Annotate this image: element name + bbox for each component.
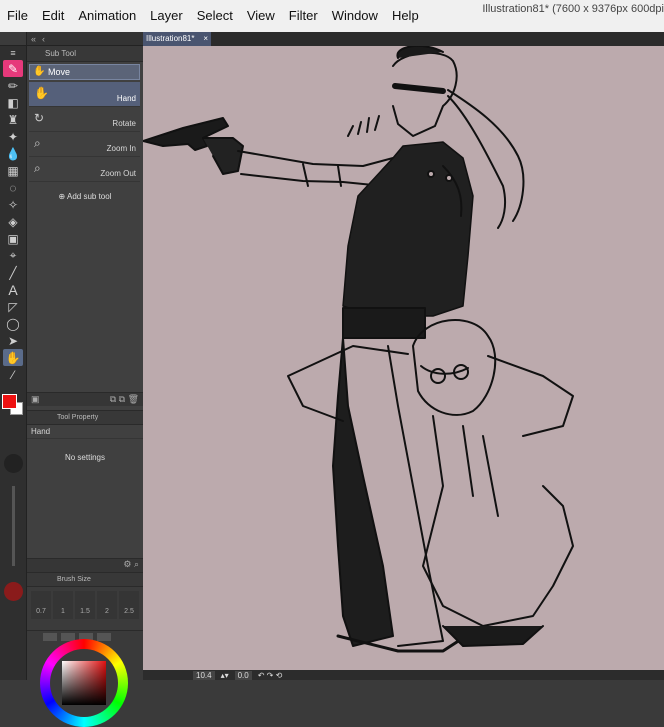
add-subtool-button[interactable]: ⊕ Add sub tool — [27, 192, 143, 201]
color-wheel-panel — [27, 630, 143, 727]
gradient-tool-icon[interactable]: ▣ — [3, 230, 23, 247]
tool-property-header: Tool Property — [27, 411, 143, 425]
line-tool-icon[interactable]: ╱ — [3, 264, 23, 281]
rotate-icon: ↻ — [34, 111, 45, 125]
status-bar: 10.4 ▴▾ 0.0 ↶ ↷ ⟲ — [143, 670, 664, 680]
menu-bar: File Edit Animation Layer Select View Fi… — [0, 0, 664, 32]
frame-tool-icon[interactable]: ◸ — [3, 298, 23, 315]
menu-animation[interactable]: Animation — [71, 0, 143, 32]
brush-preview-icon[interactable] — [4, 454, 23, 473]
subtool-header: Sub Tool — [27, 46, 143, 62]
brush-size-header: Brush Size — [27, 573, 143, 587]
color-tab[interactable] — [43, 633, 57, 641]
canvas-artwork — [143, 46, 574, 653]
window-title: Illustration81* (7600 x 9376px 600dpi — [482, 3, 664, 15]
brush-size-panel: Brush Size 0.7 1 1.5 2 2.5 — [27, 572, 143, 630]
subtool-item-zoom-out[interactable]: ⌕ Zoom Out — [29, 157, 140, 182]
close-icon[interactable]: × — [203, 32, 208, 46]
collapse-icon[interactable]: « — [31, 34, 36, 44]
magic-wand-icon[interactable]: ✧ — [3, 196, 23, 213]
eraser-tool-icon[interactable]: ◧ — [3, 94, 23, 111]
color-tab[interactable] — [97, 633, 111, 641]
brush-size-option[interactable]: 1.5 — [75, 591, 95, 619]
menu-filter[interactable]: Filter — [282, 0, 325, 32]
document-tab-label: Illustration81* — [146, 34, 195, 43]
brush-size-option[interactable]: 1 — [53, 591, 73, 619]
drawing-canvas[interactable] — [143, 46, 664, 670]
zoom-out-icon: ⌕ — [34, 161, 41, 175]
subtool-item-label: Zoom In — [106, 144, 136, 153]
add-subtool-label: Add sub tool — [67, 192, 112, 201]
hand-icon: ✋ — [34, 86, 49, 100]
color-dot-icon[interactable] — [4, 582, 23, 601]
subtool-panel: « ‹ Sub Tool ✋ Move ✋ Hand ↻ Rotate ⌕ Zo… — [27, 32, 143, 727]
sparkle-tool-icon[interactable]: ✦ — [3, 128, 23, 145]
menu-dock-icon[interactable]: ≡ — [3, 46, 23, 60]
zoom-field[interactable]: 10.4 — [193, 670, 215, 680]
menu-select[interactable]: Select — [190, 0, 240, 32]
menu-view[interactable]: View — [240, 0, 282, 32]
menu-help[interactable]: Help — [385, 0, 426, 32]
angle-field[interactable]: 0.0 — [234, 670, 252, 680]
settings-icon[interactable]: ⚙ ⌕ — [123, 559, 139, 569]
document-tabbar: Illustration81* × — [143, 32, 664, 46]
menu-file[interactable]: File — [0, 0, 35, 32]
grid-tool-icon[interactable]: ▦ — [3, 162, 23, 179]
strip-collapse-icon[interactable] — [0, 32, 26, 46]
menu-window[interactable]: Window — [325, 0, 385, 32]
brush-size-option[interactable]: 2.5 — [119, 591, 139, 619]
balloon-tool-icon[interactable]: ◯ — [3, 315, 23, 332]
subtool-title: Sub Tool — [45, 49, 76, 58]
lasso-tool-icon[interactable]: ◌ — [3, 179, 23, 196]
subtool-item-zoom-in[interactable]: ⌕ Zoom In — [29, 132, 140, 157]
stamp-tool-icon[interactable]: ♜ — [3, 111, 23, 128]
foreground-color-swatch[interactable] — [2, 394, 17, 409]
left-bottom-controls — [0, 438, 27, 680]
subtool-item-rotate[interactable]: ↻ Rotate — [29, 107, 140, 132]
hue-wheel[interactable] — [40, 639, 128, 727]
pen-tool-icon[interactable]: ✎ — [3, 60, 23, 77]
hand-icon: ✋ — [33, 66, 46, 77]
hand-tool-icon[interactable]: ✋ — [3, 349, 23, 366]
tool-property-panel: Tool Property Hand No settings ⚙ ⌕ — [27, 410, 143, 572]
brush-size-option[interactable]: 0.7 — [31, 591, 51, 619]
dropper-icon[interactable]: ⁄ — [3, 366, 23, 383]
subtool-item-label: Zoom Out — [100, 169, 136, 178]
group-label: Move — [48, 67, 71, 77]
brush-size-option[interactable]: 2 — [97, 591, 117, 619]
subtool-group-move[interactable]: ✋ Move — [29, 64, 140, 80]
back-icon[interactable]: ‹ — [42, 34, 45, 44]
subtool-item-label: Rotate — [112, 119, 136, 128]
panel-tabbar: « ‹ — [27, 32, 143, 46]
subtool-footer: ▣ ⧉ ⧉ 🗑 — [27, 392, 143, 406]
saturation-square[interactable] — [62, 661, 106, 705]
tool-property-name: Hand — [27, 425, 143, 439]
menu-layer[interactable]: Layer — [143, 0, 190, 32]
subtool-item-hand[interactable]: ✋ Hand — [29, 82, 140, 107]
brush-size-list: 0.7 1 1.5 2 2.5 — [27, 587, 143, 619]
text-tool-icon[interactable]: A — [3, 281, 23, 298]
pencil-tool-icon[interactable]: ✏ — [3, 77, 23, 94]
subtool-item-label: Hand — [116, 94, 136, 103]
fill-tool-icon[interactable]: ◈ — [3, 213, 23, 230]
tool-property-empty: No settings — [64, 453, 106, 462]
zoom-stepper-icon[interactable]: ▴▾ — [221, 671, 229, 680]
subtool-actions-icon[interactable]: ⧉ ⧉ 🗑 — [110, 394, 139, 405]
document-tab[interactable]: Illustration81* × — [143, 32, 211, 46]
blend-tool-icon[interactable]: 💧 — [3, 145, 23, 162]
subtool-settings-icon[interactable]: ▣ — [31, 394, 40, 405]
eyedropper-icon[interactable]: ⌖ — [3, 247, 23, 264]
tool-property-footer: ⚙ ⌕ — [27, 558, 143, 572]
select-object-icon[interactable]: ➤ — [3, 332, 23, 349]
zoom-in-icon: ⌕ — [34, 136, 41, 150]
tool-property-title: Tool Property — [57, 414, 99, 421]
menu-edit[interactable]: Edit — [35, 0, 71, 32]
rotate-controls-icon[interactable]: ↶ ↷ ⟲ — [258, 671, 283, 680]
size-slider[interactable] — [12, 486, 15, 566]
